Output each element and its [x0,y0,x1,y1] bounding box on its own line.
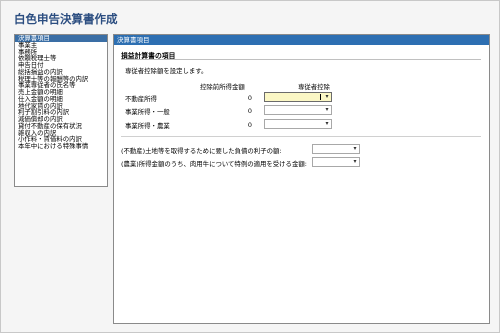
land-debt-interest-select[interactable]: ▾ [312,144,360,154]
app-window: 白色申告決算書作成 決算書項目 事業主 事務所 依頼税理士等 申告日付 総括損益… [0,0,500,333]
chevron-down-icon[interactable]: ▾ [323,106,331,114]
nav-item-special-circumstances[interactable]: 本年中における特殊事情 [15,143,107,150]
chevron-down-icon[interactable]: ▾ [323,93,331,101]
row-value-real-estate: 0 [247,94,252,102]
section-divider [121,59,481,60]
chevron-down-icon[interactable]: ▾ [351,158,359,166]
row-value-business-agriculture: 0 [247,121,252,129]
section-list[interactable]: 決算書項目 事業主 事務所 依頼税理士等 申告日付 総括損益の内訳 税理士等の報… [14,34,108,187]
employee-deduction-select-business-agriculture[interactable]: ▾ [264,119,332,129]
panel-header: 決算書項目 [114,35,489,45]
app-title: 白色申告決算書作成 [14,12,118,26]
label-beef-cattle-special: (農業)所得金額のうち、肉用牛について特例の適用を受ける金額: [121,160,307,168]
description-text: 専従者控除額を設定します。 [125,67,208,75]
chevron-down-icon[interactable]: ▾ [351,145,359,153]
text-cursor [320,94,321,100]
row-value-business-general: 0 [247,107,252,115]
detail-panel: 決算書項目 損益計算書の項目 専従者控除額を設定します。 控除前所得金額 専従者… [113,34,490,324]
col-header-employee-deduction: 専従者控除 [298,83,330,91]
col-header-pre-deduction-income: 控除前所得金額 [200,83,245,91]
employee-deduction-select-real-estate[interactable]: ▾ [264,92,332,102]
beef-cattle-special-select[interactable]: ▾ [312,157,360,167]
label-land-debt-interest: (不動産)土地等を取得するために要した負債の利子の額: [121,147,282,155]
section-divider-2 [121,136,481,137]
row-label-business-general: 事業所得・一般 [125,108,170,116]
row-label-real-estate: 不動産所得 [125,95,157,103]
employee-deduction-select-business-general[interactable]: ▾ [264,105,332,115]
chevron-down-icon[interactable]: ▾ [323,120,331,128]
row-label-business-agriculture: 事業所得・農業 [125,122,170,130]
